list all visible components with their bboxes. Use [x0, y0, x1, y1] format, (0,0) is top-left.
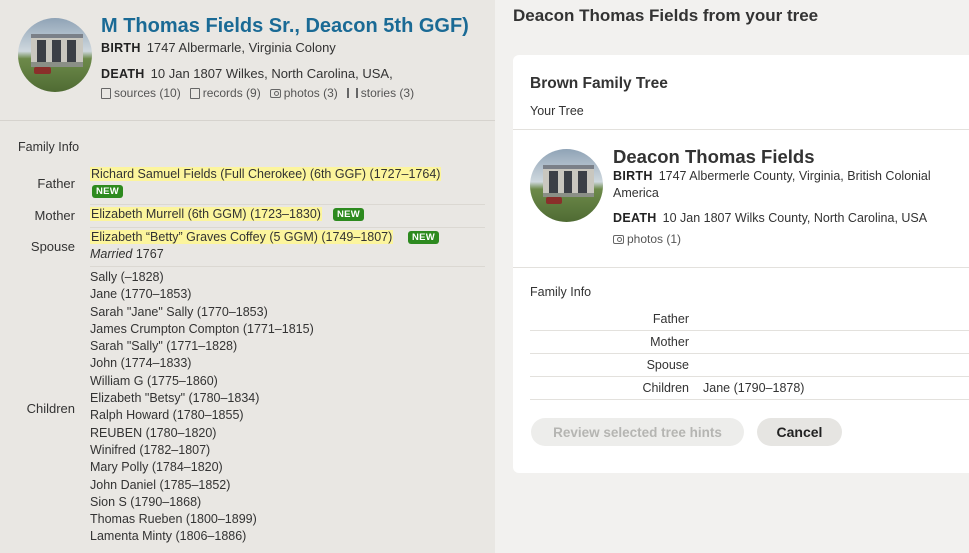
photos-label: photos (1) — [627, 232, 682, 246]
death-fact: DEATH 10 Jan 1807 Wilkes, North Carolina,… — [101, 66, 393, 81]
birth-value: 1747 Albermarle, Virginia Colony — [146, 40, 336, 55]
tree-comparison-title: Deacon Thomas Fields from your tree — [513, 6, 819, 25]
child-item[interactable]: Winifred (1782–1807) — [90, 442, 314, 459]
mother-label: Mother — [34, 208, 75, 223]
mother-label: Mother — [650, 335, 689, 349]
child-item[interactable]: Sarah "Jane" Sally (1770–1853) — [90, 304, 314, 321]
sources-link[interactable]: sources (10) — [101, 86, 181, 100]
child-item[interactable]: Sally (–1828) — [90, 269, 314, 286]
new-badge: NEW — [92, 185, 124, 198]
birth-value: 1747 Albermerle County, Virginia, Britis… — [613, 169, 931, 200]
divider — [513, 129, 969, 130]
new-badge: NEW — [333, 208, 365, 221]
row-divider — [90, 227, 485, 228]
children-label: Children — [26, 401, 75, 416]
children-list: Sally (–1828) Jane (1770–1853) Sarah "Ja… — [90, 269, 314, 546]
death-fact: DEATH 10 Jan 1807 Wilks County, North Car… — [613, 210, 963, 227]
cancel-button[interactable]: Cancel — [757, 418, 842, 446]
mother-value[interactable]: Elizabeth Murrell (6th GGM) (1723–1830) — [90, 207, 322, 221]
child-item[interactable]: Ralph Howard (1780–1855) — [90, 407, 314, 424]
hint-record-panel: M Thomas Fields Sr., Deacon 5th GGF) BIR… — [0, 0, 495, 553]
document-icon — [101, 87, 111, 99]
records-label: records (9) — [202, 86, 261, 100]
divider — [513, 267, 969, 268]
document-icon — [189, 87, 200, 99]
records-link[interactable]: records (9) — [189, 86, 261, 100]
tree-person-card: Brown Family Tree Your Tree Deacon Thoma… — [513, 55, 969, 473]
child-item[interactable]: Thomas Rueben (1800–1899) — [90, 511, 314, 528]
row-divider — [530, 330, 969, 331]
child-item[interactable]: Elizabeth "Betsy" (1780–1834) — [90, 390, 314, 407]
birth-fact: BIRTH 1747 Albermerle County, Virginia, B… — [613, 168, 963, 202]
record-meta-links: sources (10) records (9) photos (3) stor… — [101, 86, 414, 100]
child-item[interactable]: James Crumpton Compton (1771–1815) — [90, 321, 314, 338]
child-item[interactable]: Sion S (1790–1868) — [90, 494, 314, 511]
new-badge: NEW — [408, 231, 440, 244]
father-label: Father — [37, 176, 75, 191]
children-label: Children — [642, 381, 689, 395]
person-photo-avatar[interactable] — [18, 18, 92, 92]
child-item[interactable]: William G (1775–1860) — [90, 373, 314, 390]
spouse-value[interactable]: Elizabeth “Betty” Graves Coffey (5 GGM) … — [90, 230, 394, 244]
row-divider — [90, 204, 485, 205]
tree-owner-label: Your Tree — [530, 104, 584, 118]
stories-label: stories (3) — [360, 86, 415, 100]
child-item[interactable]: John Daniel (1785–1852) — [90, 477, 314, 494]
person-name-link[interactable]: M Thomas Fields Sr., Deacon 5th GGF) — [101, 15, 469, 38]
photos-link[interactable]: photos (3) — [269, 86, 338, 100]
family-info-heading: Family Info — [18, 140, 80, 154]
death-value: 10 Jan 1807 Wilkes, North Carolina, USA, — [150, 66, 393, 81]
marriage-info: Married 1767 — [90, 247, 164, 261]
child-item[interactable]: REUBEN (1780–1820) — [90, 425, 314, 442]
tree-name: Brown Family Tree — [530, 75, 668, 92]
row-divider — [530, 399, 969, 400]
divider — [0, 120, 495, 121]
birth-fact: BIRTH 1747 Albermarle, Virginia Colony — [101, 40, 336, 55]
child-item[interactable]: Jane (1790–1878) — [703, 381, 804, 395]
death-label: DEATH — [101, 67, 145, 81]
death-label: DEATH — [613, 211, 657, 225]
spouse-label: Spouse — [30, 239, 75, 254]
record-header: M Thomas Fields Sr., Deacon 5th GGF) BIR… — [0, 0, 495, 120]
sources-label: sources (10) — [114, 86, 181, 100]
child-item[interactable]: Mary Polly (1784–1820) — [90, 459, 314, 476]
row-divider — [90, 266, 485, 267]
books-icon — [346, 88, 358, 98]
photos-link[interactable]: photos (1) — [613, 232, 681, 246]
child-item[interactable]: Jane (1770–1853) — [90, 286, 314, 303]
review-hints-button[interactable]: Review selected tree hints — [531, 418, 744, 446]
spouse-label: Spouse — [646, 358, 689, 372]
child-item[interactable]: Sarah "Sally" (1771–1828) — [90, 338, 314, 355]
camera-icon — [269, 88, 281, 98]
photos-label: photos (3) — [283, 86, 338, 100]
child-item[interactable]: John (1774–1833) — [90, 355, 314, 372]
birth-label: BIRTH — [101, 41, 141, 55]
person-photo-avatar[interactable] — [530, 149, 603, 222]
father-label: Father — [652, 312, 689, 326]
married-label: Married — [90, 247, 133, 261]
father-value[interactable]: Richard Samuel Fields (Full Cherokee) (6… — [90, 167, 442, 181]
stories-link[interactable]: stories (3) — [346, 86, 415, 100]
child-item[interactable]: Lamenta Minty (1806–1886) — [90, 528, 314, 545]
person-name[interactable]: Deacon Thomas Fields — [613, 146, 815, 168]
row-divider — [530, 376, 969, 377]
family-info-heading: Family Info — [530, 285, 592, 299]
camera-icon — [613, 234, 624, 244]
married-year: 1767 — [135, 247, 164, 261]
death-value: 10 Jan 1807 Wilks County, North Carolina… — [662, 211, 928, 225]
birth-label: BIRTH — [613, 169, 653, 183]
row-divider — [530, 353, 969, 354]
